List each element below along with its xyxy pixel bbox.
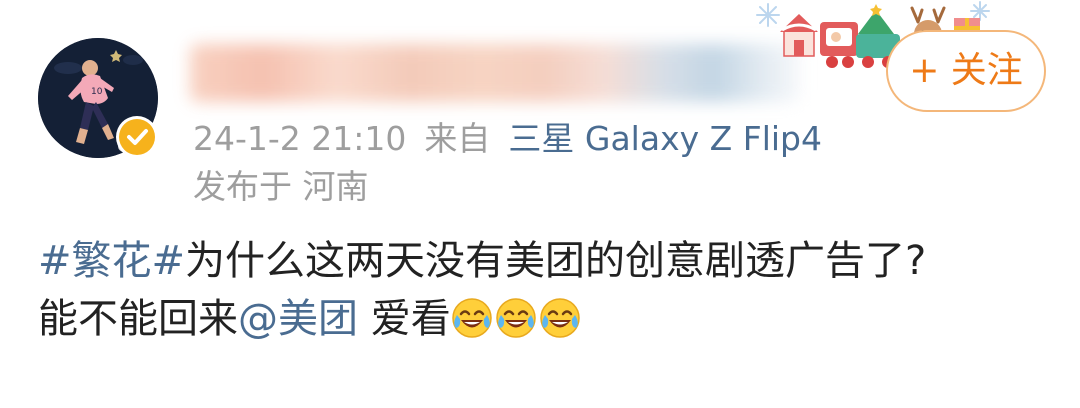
svg-text:10: 10 [91,87,103,97]
laugh-cry-emoji [495,297,537,339]
content-text-1: 为什么这两天没有美团的创意剧透广告了? [185,238,927,284]
source-device-link[interactable]: 三星 Galaxy Z Flip4 [508,119,822,158]
post-content: #繁花#为什么这两天没有美团的创意剧透广告了? 能不能回来@美团 爱看 [38,232,1048,348]
post-meta: 24-1-2 21:10 来自 三星 Galaxy Z Flip4 [193,112,822,158]
emoji-row [451,296,583,342]
laugh-cry-emoji [451,297,493,339]
follow-button[interactable]: + 关注 [886,30,1046,112]
verified-badge-icon [116,116,158,158]
content-line-2: 能不能回来@美团 爱看 [38,290,1048,348]
content-text-2a: 能不能回来 [38,296,238,342]
source-prefix: 来自 [424,119,491,158]
post-location: 发布于 河南 [193,167,369,206]
content-text-2b: 爱看 [370,296,451,342]
laugh-cry-emoji [539,297,581,339]
mention-link[interactable]: @美团 [238,296,358,342]
hashtag-link[interactable]: #繁花# [38,238,185,284]
content-line-1: #繁花#为什么这两天没有美团的创意剧透广告了? [38,232,1048,290]
post-time: 24-1-2 21:10 [193,119,407,158]
username[interactable] [190,44,800,102]
